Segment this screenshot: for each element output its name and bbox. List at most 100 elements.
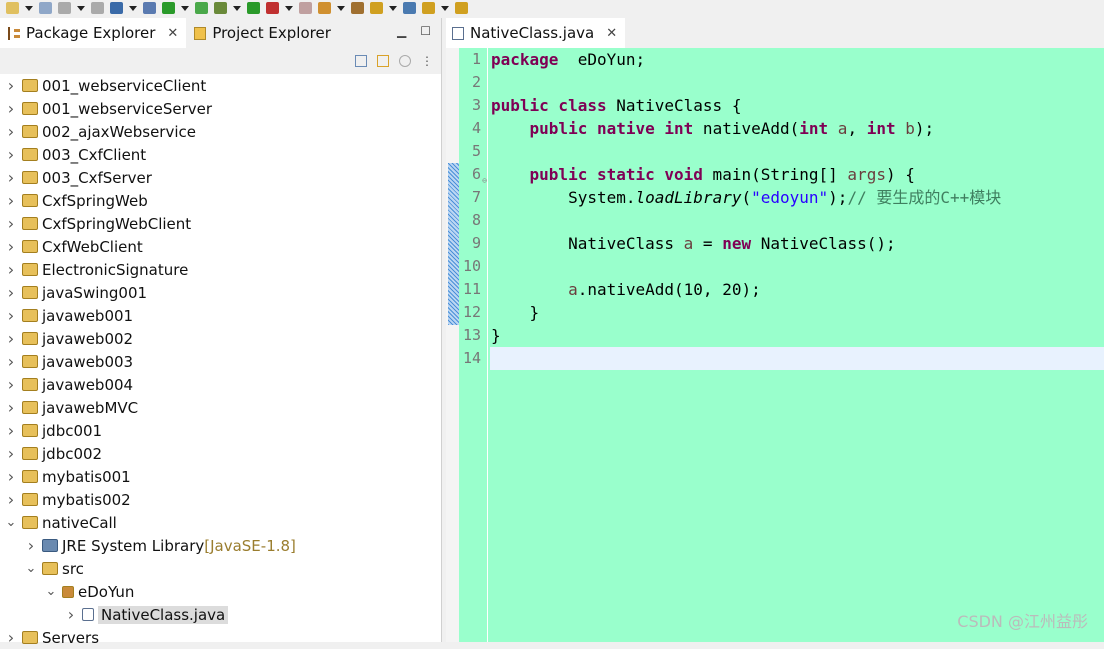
dropdown-arrow-icon[interactable] — [285, 5, 293, 11]
tab-package-explorer[interactable]: Package Explorer ✕ — [0, 18, 187, 48]
code-line[interactable] — [490, 255, 1104, 278]
code-line[interactable]: a.nativeAdd(10, 20); — [490, 278, 1104, 301]
new-icon[interactable] — [6, 2, 19, 14]
dropdown-arrow-icon[interactable] — [25, 5, 33, 11]
tree-item[interactable]: › NativeClass.java — [0, 603, 441, 626]
maximize-icon[interactable]: ☐ — [420, 24, 431, 38]
tree-item[interactable]: › CxfSpringWeb — [0, 189, 441, 212]
back-icon[interactable] — [422, 2, 435, 14]
tree-item[interactable]: › 001_webserviceClient — [0, 74, 441, 97]
code-line[interactable]: } — [490, 324, 1104, 347]
code-line[interactable]: } — [490, 301, 1104, 324]
code-line[interactable] — [490, 347, 1104, 370]
code-line[interactable] — [490, 71, 1104, 94]
tree-item[interactable]: › 001_webserviceServer — [0, 97, 441, 120]
code-line[interactable]: System.loadLibrary("edoyun");// 要生成的C++模… — [490, 186, 1104, 209]
chevron-right-icon[interactable]: › — [4, 375, 18, 394]
search-icon[interactable] — [143, 2, 156, 14]
chevron-right-icon[interactable]: › — [4, 490, 18, 509]
chevron-right-icon[interactable]: › — [4, 99, 18, 118]
chevron-right-icon[interactable]: › — [24, 536, 38, 555]
tree-item[interactable]: › javaweb002 — [0, 327, 441, 350]
code-text[interactable]: package eDoYun; public class NativeClass … — [490, 48, 1104, 370]
chevron-right-icon[interactable]: › — [4, 421, 18, 440]
tree-item[interactable]: ⌄ src — [0, 557, 441, 580]
chevron-right-icon[interactable]: › — [4, 329, 18, 348]
code-line[interactable] — [490, 140, 1104, 163]
chevron-right-icon[interactable]: › — [4, 260, 18, 279]
tree-item[interactable]: ⌄ eDoYun — [0, 580, 441, 603]
tree-item[interactable]: › CxfSpringWebClient — [0, 212, 441, 235]
tab-editor-file[interactable]: NativeClass.java ✕ — [446, 18, 626, 48]
tree-item[interactable]: › mybatis001 — [0, 465, 441, 488]
close-icon[interactable]: ✕ — [167, 26, 178, 41]
tree-item[interactable]: › javaSwing001 — [0, 281, 441, 304]
debug-icon[interactable] — [214, 2, 227, 14]
minimize-icon[interactable]: ▁ — [397, 24, 406, 38]
tree-item[interactable]: › javaweb003 — [0, 350, 441, 373]
tree-item[interactable]: › 003_CxfServer — [0, 166, 441, 189]
spring-boot-icon[interactable] — [162, 2, 175, 14]
dropdown-arrow-icon[interactable] — [337, 5, 345, 11]
run-icon[interactable] — [247, 2, 260, 14]
code-line[interactable] — [490, 209, 1104, 232]
dropdown-arrow-icon[interactable] — [441, 5, 449, 11]
chevron-right-icon[interactable]: › — [4, 168, 18, 187]
dropdown-arrow-icon[interactable] — [77, 5, 85, 11]
tree-item[interactable]: › javaweb001 — [0, 304, 441, 327]
spring-icon[interactable] — [195, 2, 208, 14]
chevron-right-icon[interactable]: › — [4, 398, 18, 417]
chevron-right-icon[interactable]: › — [4, 283, 18, 302]
chevron-right-icon[interactable]: › — [4, 191, 18, 210]
run-server-icon[interactable] — [266, 2, 279, 14]
save-all-icon[interactable] — [91, 2, 104, 14]
chevron-right-icon[interactable]: › — [4, 467, 18, 486]
code-editor[interactable]: 1 2 3 4 5 6 ⊖ 7 8 9 10 11 12 13 14 package eDoYun; publ… — [446, 48, 1104, 642]
save-icon[interactable] — [58, 2, 71, 14]
chevron-right-icon[interactable]: › — [4, 444, 18, 463]
dropdown-arrow-icon[interactable] — [233, 5, 241, 11]
chevron-right-icon[interactable]: › — [64, 605, 78, 624]
collapse-all-icon[interactable] — [355, 55, 367, 67]
chevron-right-icon[interactable]: › — [4, 76, 18, 95]
chevron-right-icon[interactable]: › — [4, 352, 18, 371]
link-with-editor-icon[interactable] — [377, 55, 389, 67]
forward-icon[interactable] — [455, 2, 468, 14]
code-line[interactable]: NativeClass a = new NativeClass(); — [490, 232, 1104, 255]
view-menu-icon[interactable]: ⋮ — [421, 54, 433, 68]
tree-item[interactable]: › 002_ajaxWebservice — [0, 120, 441, 143]
dropdown-arrow-icon[interactable] — [389, 5, 397, 11]
tree-item[interactable]: › CxfWebClient — [0, 235, 441, 258]
code-line[interactable]: public static void main(String[] args) { — [490, 163, 1104, 186]
close-icon[interactable]: ✕ — [606, 26, 617, 41]
tree-item[interactable]: › javawebMVC — [0, 396, 441, 419]
tree-item[interactable]: › mybatis002 — [0, 488, 441, 511]
filter-icon[interactable] — [399, 55, 411, 67]
code-line[interactable]: public class NativeClass { — [490, 94, 1104, 117]
package-icon[interactable] — [351, 2, 364, 14]
tree-item[interactable]: › JRE System Library [JavaSE-1.8] — [0, 534, 441, 557]
tab-project-explorer[interactable]: Project Explorer — [186, 18, 339, 48]
open-type-icon[interactable] — [318, 2, 331, 14]
chevron-down-icon[interactable]: ⌄ — [4, 515, 18, 530]
dropdown-arrow-icon[interactable] — [129, 5, 137, 11]
chevron-down-icon[interactable]: ⌄ — [24, 561, 38, 576]
chevron-right-icon[interactable]: › — [4, 122, 18, 141]
new-dropdown[interactable] — [39, 2, 52, 14]
chevron-right-icon[interactable]: › — [4, 306, 18, 325]
chevron-right-icon[interactable]: › — [4, 237, 18, 256]
terminal-icon[interactable] — [110, 2, 123, 14]
dropdown-arrow-icon[interactable] — [181, 5, 189, 11]
chevron-down-icon[interactable]: ⌄ — [44, 584, 58, 599]
tree-item[interactable]: › javaweb004 — [0, 373, 441, 396]
code-line[interactable]: public native int nativeAdd(int a, int b… — [490, 117, 1104, 140]
tree-item[interactable]: › ElectronicSignature — [0, 258, 441, 281]
chevron-right-icon[interactable]: › — [4, 145, 18, 164]
next-annotation-icon[interactable] — [370, 2, 383, 14]
stop-icon[interactable] — [299, 2, 312, 14]
tree-item[interactable]: › jdbc001 — [0, 419, 441, 442]
code-line[interactable]: package eDoYun; — [490, 48, 1104, 71]
tree-item[interactable]: ⌄ nativeCall — [0, 511, 441, 534]
tree-item[interactable]: › 003_CxfClient — [0, 143, 441, 166]
tree-item[interactable]: › Servers — [0, 626, 441, 649]
